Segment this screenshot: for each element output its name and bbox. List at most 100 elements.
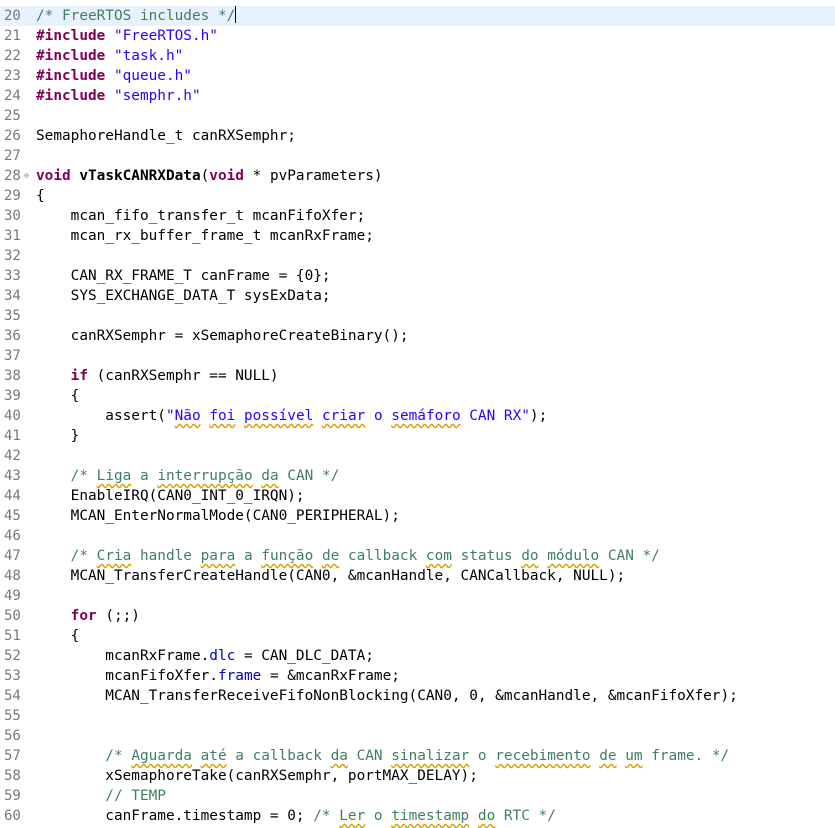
- spelling-flagged-word: função: [261, 548, 314, 564]
- line-number: 41: [4, 428, 21, 444]
- line-number: 55: [4, 708, 21, 724]
- line-number: 31: [4, 228, 21, 244]
- code-line[interactable]: 60 canFrame.timestamp = 0; /* Ler o time…: [0, 806, 835, 826]
- code-line[interactable]: 52 mcanRxFrame.dlc = CAN_DLC_DATA;: [0, 646, 835, 666]
- code-line[interactable]: 42: [0, 446, 835, 466]
- keyword-token: for: [70, 608, 97, 624]
- line-number: 36: [4, 328, 21, 344]
- comment-token: [469, 808, 478, 824]
- code-text: {: [36, 386, 80, 406]
- keyword-token: #include: [36, 88, 106, 104]
- spelling-flagged-word: módulo: [547, 548, 600, 564]
- code-line[interactable]: 38 if (canRXSemphr == NULL): [0, 366, 835, 386]
- collapse-fold-icon[interactable]: ⊖: [22, 171, 31, 180]
- comment-token: a: [131, 468, 158, 484]
- code-line[interactable]: 50 for (;;): [0, 606, 835, 626]
- code-line[interactable]: 57 /* Aguarda até a callback da CAN sina…: [0, 746, 835, 766]
- line-number: 49: [4, 588, 21, 604]
- code-token: {: [36, 388, 80, 404]
- line-number: 56: [4, 728, 21, 744]
- code-text: canRXSemphr = xSemaphoreCreateBinary();: [36, 326, 409, 346]
- line-number: 44: [4, 488, 21, 504]
- comment-token: CAN */: [599, 548, 660, 564]
- code-line[interactable]: 58 xSemaphoreTake(canRXSemphr, portMAX_D…: [0, 766, 835, 786]
- comment-token: a: [235, 548, 262, 564]
- line-number: 46: [4, 528, 21, 544]
- code-line[interactable]: 25: [0, 106, 835, 126]
- line-number: 58: [4, 768, 21, 784]
- code-line[interactable]: 36 canRXSemphr = xSemaphoreCreateBinary(…: [0, 326, 835, 346]
- field-token: frame: [217, 668, 262, 684]
- line-number: 54: [4, 688, 21, 704]
- code-text: canFrame.timestamp = 0; /* Ler o timesta…: [36, 806, 556, 826]
- code-line[interactable]: 30 mcan_fifo_transfer_t mcanFifoXfer;: [0, 206, 835, 226]
- line-number: 59: [4, 788, 21, 804]
- code-line[interactable]: 53 mcanFifoXfer.frame = &mcanRxFrame;: [0, 666, 835, 686]
- code-text: xSemaphoreTake(canRXSemphr, portMAX_DELA…: [36, 766, 478, 786]
- line-number: 51: [4, 628, 21, 644]
- string-literal: ": [165, 408, 175, 424]
- code-line[interactable]: 26 SemaphoreHandle_t canRXSemphr;: [0, 126, 835, 146]
- code-line[interactable]: 54 MCAN_TransferReceiveFifoNonBlocking(C…: [0, 686, 835, 706]
- comment-token: CAN */: [278, 468, 340, 484]
- code-text: CAN_RX_FRAME_T canFrame = {0};: [36, 266, 331, 286]
- code-line[interactable]: 21 #include "FreeRTOS.h": [0, 26, 835, 46]
- code-token: {: [36, 628, 80, 644]
- code-text: MCAN_TransferCreateHandle(CAN0, &mcanHan…: [36, 566, 626, 586]
- code-line[interactable]: 44 EnableIRQ(CAN0_INT_0_IRQN);: [0, 486, 835, 506]
- comment-token: [617, 748, 626, 764]
- spelling-flagged-word: do: [521, 548, 539, 564]
- code-line[interactable]: 51 {: [0, 626, 835, 646]
- code-line[interactable]: 29 {: [0, 186, 835, 206]
- code-line[interactable]: 46: [0, 526, 835, 546]
- spelling-flagged-word: possível: [243, 408, 314, 424]
- code-line[interactable]: 22 #include "task.h": [0, 46, 835, 66]
- code-line[interactable]: 43 /* Liga a interrupção da CAN */: [0, 466, 835, 486]
- code-line[interactable]: 41 }: [0, 426, 835, 446]
- code-line[interactable]: 48 MCAN_TransferCreateHandle(CAN0, &mcan…: [0, 566, 835, 586]
- line-number: 37: [4, 348, 21, 364]
- code-line[interactable]: 31 mcan_rx_buffer_frame_t mcanRxFrame;: [0, 226, 835, 246]
- line-number: 23: [4, 68, 21, 84]
- code-token: {: [36, 188, 45, 204]
- keyword-token: if: [70, 368, 88, 384]
- code-line[interactable]: 27: [0, 146, 835, 166]
- code-text: {: [36, 186, 45, 206]
- code-line[interactable]: 45 MCAN_EnterNormalMode(CAN0_PERIPHERAL)…: [0, 506, 835, 526]
- comment-token: [539, 548, 548, 564]
- code-line[interactable]: 40 assert("Não foi possível criar o semá…: [0, 406, 835, 426]
- code-line[interactable]: 39 {: [0, 386, 835, 406]
- code-line[interactable]: 59 // TEMP: [0, 786, 835, 806]
- code-text: void vTaskCANRXData(void * pvParameters): [36, 166, 383, 186]
- code-text: #include "semphr.h": [36, 86, 201, 106]
- code-line[interactable]: 37: [0, 346, 835, 366]
- code-line[interactable]: 55: [0, 706, 835, 726]
- code-line[interactable]: 28 ⊖ void vTaskCANRXData(void * pvParamete…: [0, 166, 835, 186]
- spelling-flagged-word: Não: [174, 408, 201, 424]
- code-line[interactable]: 23 #include "queue.h": [0, 66, 835, 86]
- code-line[interactable]: 20 /* FreeRTOS includes */: [0, 6, 835, 26]
- code-line[interactable]: 32: [0, 246, 835, 266]
- line-number: 21: [4, 28, 21, 44]
- spelling-flagged-word: foi: [209, 408, 236, 424]
- code-line[interactable]: 47 /* Cria handle para a função de callb…: [0, 546, 835, 566]
- code-editor[interactable]: 20 /* FreeRTOS includes */ 21 #include "Fre…: [0, 0, 835, 828]
- line-number: 20: [4, 8, 21, 24]
- code-text: #include "FreeRTOS.h": [36, 26, 218, 46]
- string-literal: [235, 408, 244, 424]
- comment-token: RTC */: [495, 808, 556, 824]
- comment-token: [253, 468, 262, 484]
- code-line[interactable]: 56: [0, 726, 835, 746]
- code-line[interactable]: 24 #include "semphr.h": [0, 86, 835, 106]
- code-line[interactable]: 49: [0, 586, 835, 606]
- keyword-token: #include: [36, 48, 106, 64]
- spelling-flagged-word: um: [625, 748, 643, 764]
- code-line[interactable]: 33 CAN_RX_FRAME_T canFrame = {0};: [0, 266, 835, 286]
- code-text: mcanFifoXfer.frame = &mcanRxFrame;: [36, 666, 400, 686]
- code-line[interactable]: 34 SYS_EXCHANGE_DATA_T sysExData;: [0, 286, 835, 306]
- code-token: mcan_fifo_transfer_t mcanFifoXfer;: [36, 208, 366, 224]
- code-line[interactable]: 35: [0, 306, 835, 326]
- spelling-flagged-word: interrupção: [157, 468, 253, 484]
